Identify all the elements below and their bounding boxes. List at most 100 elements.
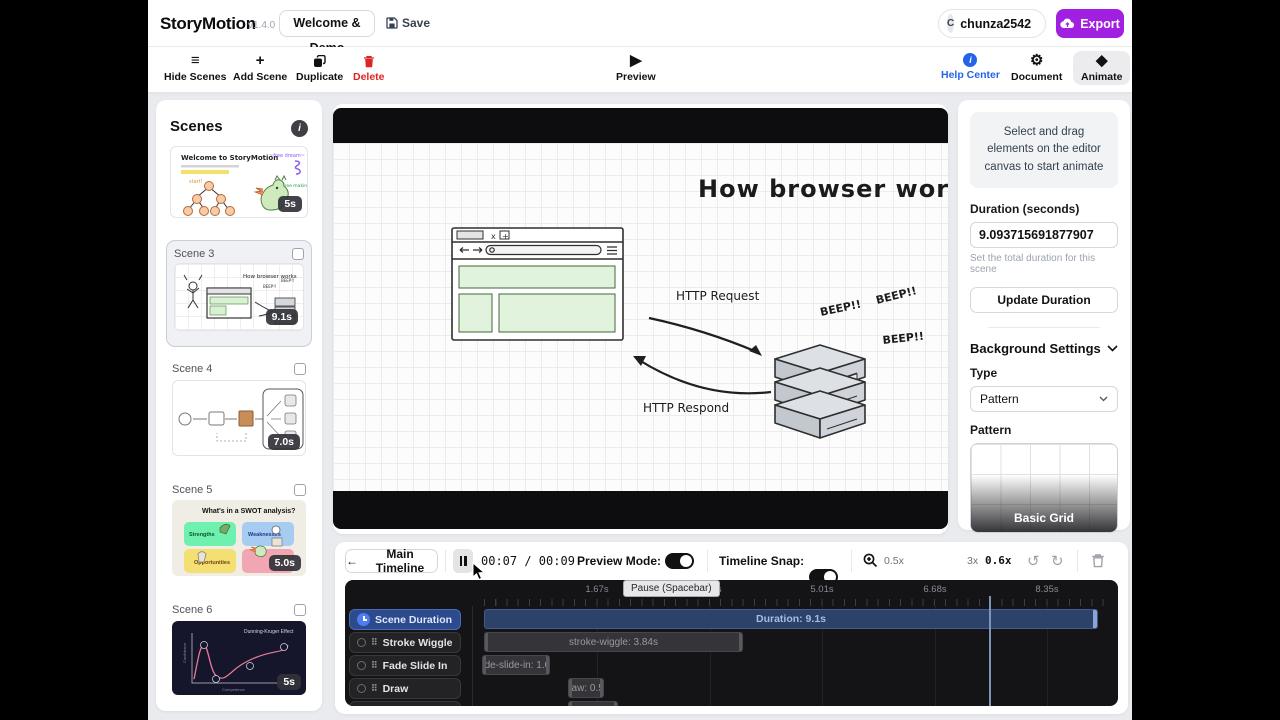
avatar: C xyxy=(947,14,954,33)
save-label: Save xyxy=(402,16,430,30)
svg-text:Confidence: Confidence xyxy=(182,642,187,663)
inspector-panel: Select and drag elements on the editor c… xyxy=(958,100,1130,530)
zoom-in-icon[interactable] xyxy=(863,553,878,568)
track-checkbox[interactable] xyxy=(357,684,366,693)
scene-duration-badge: 5.0s xyxy=(269,555,301,571)
timeline-tracks-area[interactable]: 1.67s 3.34s 5.01s 6.68s 8.35s Scene Dura… xyxy=(345,580,1118,706)
mouse-cursor xyxy=(472,562,486,582)
project-title-input[interactable]: Welcome & Demo xyxy=(279,10,375,37)
svg-text:~free dream~: ~free dream~ xyxy=(269,153,305,159)
drag-handle-icon[interactable]: ⠿ xyxy=(371,684,378,693)
canvas-drawing: How browser works x + xyxy=(333,104,948,534)
save-icon xyxy=(386,17,398,29)
scene-row-5: Scene 5 xyxy=(172,484,306,496)
http-request-label: HTTP Request xyxy=(676,289,760,303)
app-version: v1.4.0 xyxy=(248,20,275,31)
scene-row-4: Scene 4 xyxy=(172,363,306,375)
chevron-down-icon xyxy=(1107,345,1118,352)
track-fade-slide-in[interactable]: ⠿ Fade Slide In xyxy=(349,655,461,676)
save-button[interactable]: Save xyxy=(386,16,430,30)
scene-checkbox[interactable] xyxy=(292,248,304,260)
scene-thumbnail-welcome[interactable]: Welcome to StoryMotion start! ~free drea… xyxy=(170,146,308,218)
swot-strengths: Strengths xyxy=(189,532,215,538)
duplicate-button[interactable]: Duplicate xyxy=(296,53,343,83)
animate-tab[interactable]: ◆ Animate xyxy=(1073,51,1130,85)
duration-input[interactable] xyxy=(970,222,1118,248)
scene-label: Scene 3 xyxy=(174,248,214,260)
preview-mode-toggle[interactable] xyxy=(665,553,694,569)
scene-thumbnail-browser[interactable]: How browser works BEEP!! BEEP!! 9.1s xyxy=(174,263,304,331)
track-fade-in[interactable]: ⠿ Fade In xyxy=(349,701,461,706)
preview-button[interactable]: ▶ Preview xyxy=(616,53,656,83)
scene-checkbox[interactable] xyxy=(294,363,306,375)
timeline-bar-scene-duration[interactable]: Duration: 9.1s xyxy=(484,609,1098,629)
track-checkbox[interactable] xyxy=(357,661,366,670)
scene-thumbnail-flowchart[interactable]: 7.0s xyxy=(172,380,306,456)
user-menu[interactable]: C chunza2542 xyxy=(938,9,1046,38)
timeline-bar-fade-slide-in[interactable]: fade-slide-in: 1.00 xyxy=(482,655,550,675)
drag-handle-icon[interactable]: ⠿ xyxy=(371,661,378,670)
scenes-title: Scenes xyxy=(170,118,223,135)
chevron-down-icon xyxy=(1099,396,1108,402)
scenes-info-icon[interactable]: i xyxy=(291,120,308,137)
timeline-bar-fade-in[interactable]: fade-in: 0.74 xyxy=(568,701,618,706)
scene-row-3: Scene 3 xyxy=(174,248,304,260)
timeline-bar-draw[interactable]: draw: 0.50 xyxy=(568,678,604,698)
track-draw[interactable]: ⠿ Draw xyxy=(349,678,461,699)
info-icon: i xyxy=(963,53,977,67)
add-scene-button[interactable]: + Add Scene xyxy=(233,53,287,83)
app-logo: StoryMotion xyxy=(160,14,256,34)
main-timeline-back-button[interactable]: ← Main Timeline xyxy=(345,549,438,573)
diamond-icon: ◆ xyxy=(1096,53,1108,69)
redo-icon[interactable]: ↻ xyxy=(1051,552,1064,570)
scene-label: Scene 6 xyxy=(172,604,212,616)
delete-button[interactable]: Delete xyxy=(353,53,385,83)
scene-thumbnail-swot[interactable]: What's in a SWOT analysis? Strengths Wea… xyxy=(172,500,306,576)
drag-handle-icon[interactable]: ⠿ xyxy=(371,638,378,647)
http-respond-label: HTTP Respond xyxy=(643,401,729,415)
zoom-value: 0.6x xyxy=(985,554,1012,567)
document-button[interactable]: ⚙ Document xyxy=(1011,53,1062,83)
timeline-bar-stroke-wiggle[interactable]: stroke-wiggle: 3.84s xyxy=(484,632,743,652)
help-center-button[interactable]: i Help Center xyxy=(941,53,1000,81)
background-settings-header[interactable]: Background Settings xyxy=(970,341,1118,356)
track-scene-duration[interactable]: Scene Duration xyxy=(349,609,461,630)
play-icon: ▶ xyxy=(630,53,642,69)
undo-icon[interactable]: ↺ xyxy=(1027,552,1040,570)
export-label: Export xyxy=(1080,17,1120,31)
background-type-select[interactable]: Pattern xyxy=(970,386,1118,412)
scene-checkbox[interactable] xyxy=(294,604,306,616)
playhead[interactable] xyxy=(989,596,991,706)
pause-tooltip: Pause (Spacebar) xyxy=(623,580,720,597)
track-stroke-wiggle[interactable]: ⠿ Stroke Wiggle xyxy=(349,632,461,653)
cloud-upload-icon xyxy=(1060,18,1075,29)
gear-icon: ⚙ xyxy=(1030,53,1043,69)
timeline-trash-icon[interactable] xyxy=(1091,553,1105,568)
svg-text:x: x xyxy=(491,232,496,241)
thumb-welcome-title: Welcome to StoryMotion xyxy=(181,154,278,162)
pause-button[interactable] xyxy=(453,549,473,573)
user-name: chunza2542 xyxy=(960,17,1031,31)
preview-mode-label: Preview Mode: xyxy=(577,554,661,568)
duration-help: Set the total duration for this scene xyxy=(970,253,1118,275)
canvas-title: How browser works xyxy=(698,175,948,203)
scene-thumbnail-chart[interactable]: Dunning-Kruger Effect Competence Confide… xyxy=(172,621,306,695)
scene-duration-badge: 7.0s xyxy=(268,434,300,450)
export-button[interactable]: Export xyxy=(1056,9,1124,38)
timecode-display: 00:07 / 00:09 xyxy=(481,554,575,568)
ruler-tick-label: 5.01s xyxy=(810,584,833,595)
hide-scenes-button[interactable]: ≡ Hide Scenes xyxy=(164,53,226,83)
timeline-panel: ← Main Timeline 00:07 / 00:09 Preview Mo… xyxy=(335,542,1128,714)
screen: StoryMotion v1.4.0 Welcome & Demo Save C… xyxy=(0,0,1280,720)
thumb-chart-title: Dunning-Kruger Effect xyxy=(244,629,294,635)
scene-duration-badge: 5s xyxy=(278,196,302,212)
back-arrow-icon: ← xyxy=(346,554,358,568)
track-checkbox[interactable] xyxy=(357,638,366,647)
scene-checkbox[interactable] xyxy=(294,484,306,496)
pattern-option-basic-grid[interactable]: Basic Grid xyxy=(970,443,1118,533)
scene-duration-badge: 9.1s xyxy=(266,309,298,325)
beep-label-2: BEEP!! xyxy=(875,284,918,307)
scene-duration-badge: 5s xyxy=(277,674,301,690)
editor-canvas[interactable]: How browser works x + xyxy=(333,104,948,534)
update-duration-button[interactable]: Update Duration xyxy=(970,287,1118,313)
